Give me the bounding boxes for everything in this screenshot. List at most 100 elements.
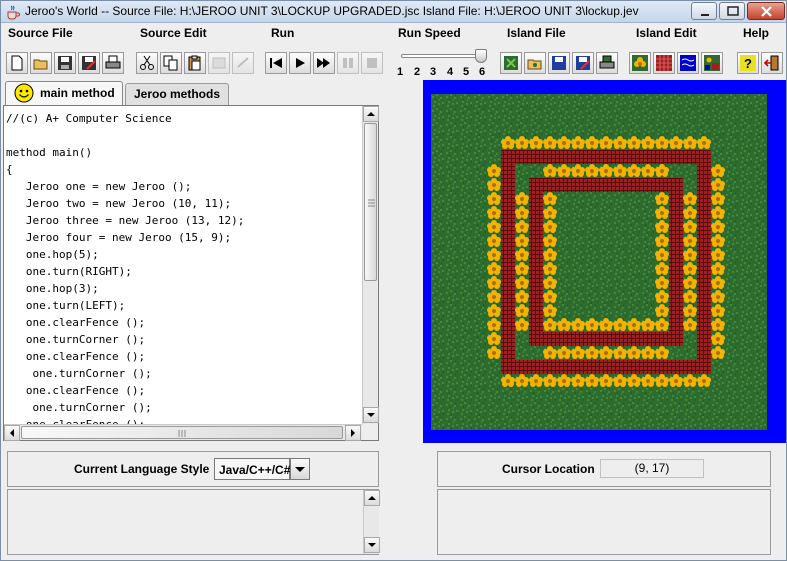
net-cell[interactable] bbox=[613, 360, 627, 374]
net-cell[interactable] bbox=[501, 276, 515, 290]
net-cell[interactable] bbox=[529, 248, 543, 262]
net-cell[interactable] bbox=[501, 248, 515, 262]
net-cell[interactable] bbox=[669, 234, 683, 248]
net-cell[interactable] bbox=[641, 360, 655, 374]
net-cell[interactable] bbox=[683, 360, 697, 374]
language-dropdown-button[interactable] bbox=[290, 458, 310, 480]
net-cell[interactable] bbox=[669, 318, 683, 332]
net-cell[interactable] bbox=[515, 150, 529, 164]
net-cell[interactable] bbox=[529, 332, 543, 346]
code-editor[interactable]: //(c) A+ Computer Science method main(){ … bbox=[3, 105, 379, 441]
cut-button[interactable] bbox=[136, 52, 158, 74]
net-cell[interactable] bbox=[655, 360, 669, 374]
net-cell[interactable] bbox=[655, 150, 669, 164]
net-cell[interactable] bbox=[529, 262, 543, 276]
net-cell[interactable] bbox=[697, 206, 711, 220]
flower-tool-button[interactable] bbox=[629, 52, 651, 74]
net-cell[interactable] bbox=[697, 290, 711, 304]
net-cell[interactable] bbox=[599, 360, 613, 374]
clear-island-button[interactable] bbox=[701, 52, 723, 74]
print-button[interactable] bbox=[102, 52, 124, 74]
menu-source-edit[interactable]: Source Edit bbox=[140, 26, 207, 40]
net-cell[interactable] bbox=[641, 178, 655, 192]
net-cell[interactable] bbox=[613, 178, 627, 192]
net-cell[interactable] bbox=[627, 150, 641, 164]
net-cell[interactable] bbox=[515, 360, 529, 374]
open-file-button[interactable] bbox=[30, 52, 52, 74]
undo-button[interactable] bbox=[208, 52, 230, 74]
net-cell[interactable] bbox=[697, 248, 711, 262]
save-as-button[interactable] bbox=[78, 52, 100, 74]
net-cell[interactable] bbox=[669, 150, 683, 164]
net-cell[interactable] bbox=[669, 178, 683, 192]
menu-help[interactable]: Help bbox=[743, 26, 769, 40]
net-cell[interactable] bbox=[683, 150, 697, 164]
net-cell[interactable] bbox=[501, 304, 515, 318]
net-cell[interactable] bbox=[529, 150, 543, 164]
stop-button[interactable] bbox=[361, 52, 383, 74]
net-cell[interactable] bbox=[501, 192, 515, 206]
net-cell[interactable] bbox=[501, 206, 515, 220]
net-cell[interactable] bbox=[697, 150, 711, 164]
menu-island-edit[interactable]: Island Edit bbox=[636, 26, 697, 40]
net-cell[interactable] bbox=[697, 234, 711, 248]
save-button[interactable] bbox=[54, 52, 76, 74]
net-cell[interactable] bbox=[697, 332, 711, 346]
scroll-left-arrow[interactable] bbox=[4, 425, 20, 441]
net-cell[interactable] bbox=[655, 332, 669, 346]
net-cell[interactable] bbox=[529, 192, 543, 206]
net-cell[interactable] bbox=[543, 178, 557, 192]
net-cell[interactable] bbox=[697, 276, 711, 290]
net-cell[interactable] bbox=[697, 220, 711, 234]
message-area[interactable] bbox=[7, 489, 380, 555]
copy-button[interactable] bbox=[160, 52, 182, 74]
message-vertical-scrollbar[interactable] bbox=[363, 490, 380, 554]
net-cell[interactable] bbox=[501, 150, 515, 164]
net-cell[interactable] bbox=[585, 150, 599, 164]
menu-source-file[interactable]: Source File bbox=[8, 26, 73, 40]
net-cell[interactable] bbox=[557, 332, 571, 346]
net-cell[interactable] bbox=[529, 360, 543, 374]
island-view[interactable] bbox=[423, 80, 786, 443]
net-cell[interactable] bbox=[529, 178, 543, 192]
print-island-button[interactable] bbox=[596, 52, 618, 74]
net-cell[interactable] bbox=[543, 332, 557, 346]
language-style-select[interactable]: Java/C++/C# bbox=[214, 458, 290, 480]
pause-button[interactable] bbox=[337, 52, 359, 74]
net-cell[interactable] bbox=[557, 360, 571, 374]
net-cell[interactable] bbox=[501, 360, 515, 374]
net-cell[interactable] bbox=[697, 346, 711, 360]
code-horizontal-scrollbar[interactable] bbox=[4, 424, 362, 441]
net-cell[interactable] bbox=[697, 164, 711, 178]
net-cell[interactable] bbox=[697, 192, 711, 206]
scroll-up-arrow[interactable] bbox=[364, 490, 380, 506]
scroll-down-arrow[interactable] bbox=[363, 407, 379, 423]
water-tool-button[interactable] bbox=[677, 52, 699, 74]
menu-run[interactable]: Run bbox=[271, 26, 294, 40]
net-cell[interactable] bbox=[501, 332, 515, 346]
net-cell[interactable] bbox=[585, 178, 599, 192]
net-cell[interactable] bbox=[669, 248, 683, 262]
net-cell[interactable] bbox=[501, 290, 515, 304]
net-cell[interactable] bbox=[501, 346, 515, 360]
net-cell[interactable] bbox=[571, 332, 585, 346]
net-cell[interactable] bbox=[529, 234, 543, 248]
tab-main-method[interactable]: main method bbox=[5, 81, 123, 105]
net-cell[interactable] bbox=[697, 178, 711, 192]
save-island-as-button[interactable] bbox=[572, 52, 594, 74]
scroll-up-arrow[interactable] bbox=[363, 106, 379, 122]
net-cell[interactable] bbox=[543, 150, 557, 164]
net-cell[interactable] bbox=[627, 360, 641, 374]
net-cell[interactable] bbox=[669, 206, 683, 220]
net-cell[interactable] bbox=[501, 262, 515, 276]
net-cell[interactable] bbox=[669, 276, 683, 290]
net-cell[interactable] bbox=[641, 332, 655, 346]
net-cell[interactable] bbox=[501, 178, 515, 192]
code-text-area[interactable]: //(c) A+ Computer Science method main(){ … bbox=[4, 106, 362, 424]
code-vscroll-thumb[interactable] bbox=[364, 123, 377, 281]
menu-run-speed[interactable]: Run Speed bbox=[398, 26, 461, 40]
net-cell[interactable] bbox=[697, 318, 711, 332]
net-cell[interactable] bbox=[585, 332, 599, 346]
net-cell[interactable] bbox=[571, 178, 585, 192]
net-cell[interactable] bbox=[669, 360, 683, 374]
